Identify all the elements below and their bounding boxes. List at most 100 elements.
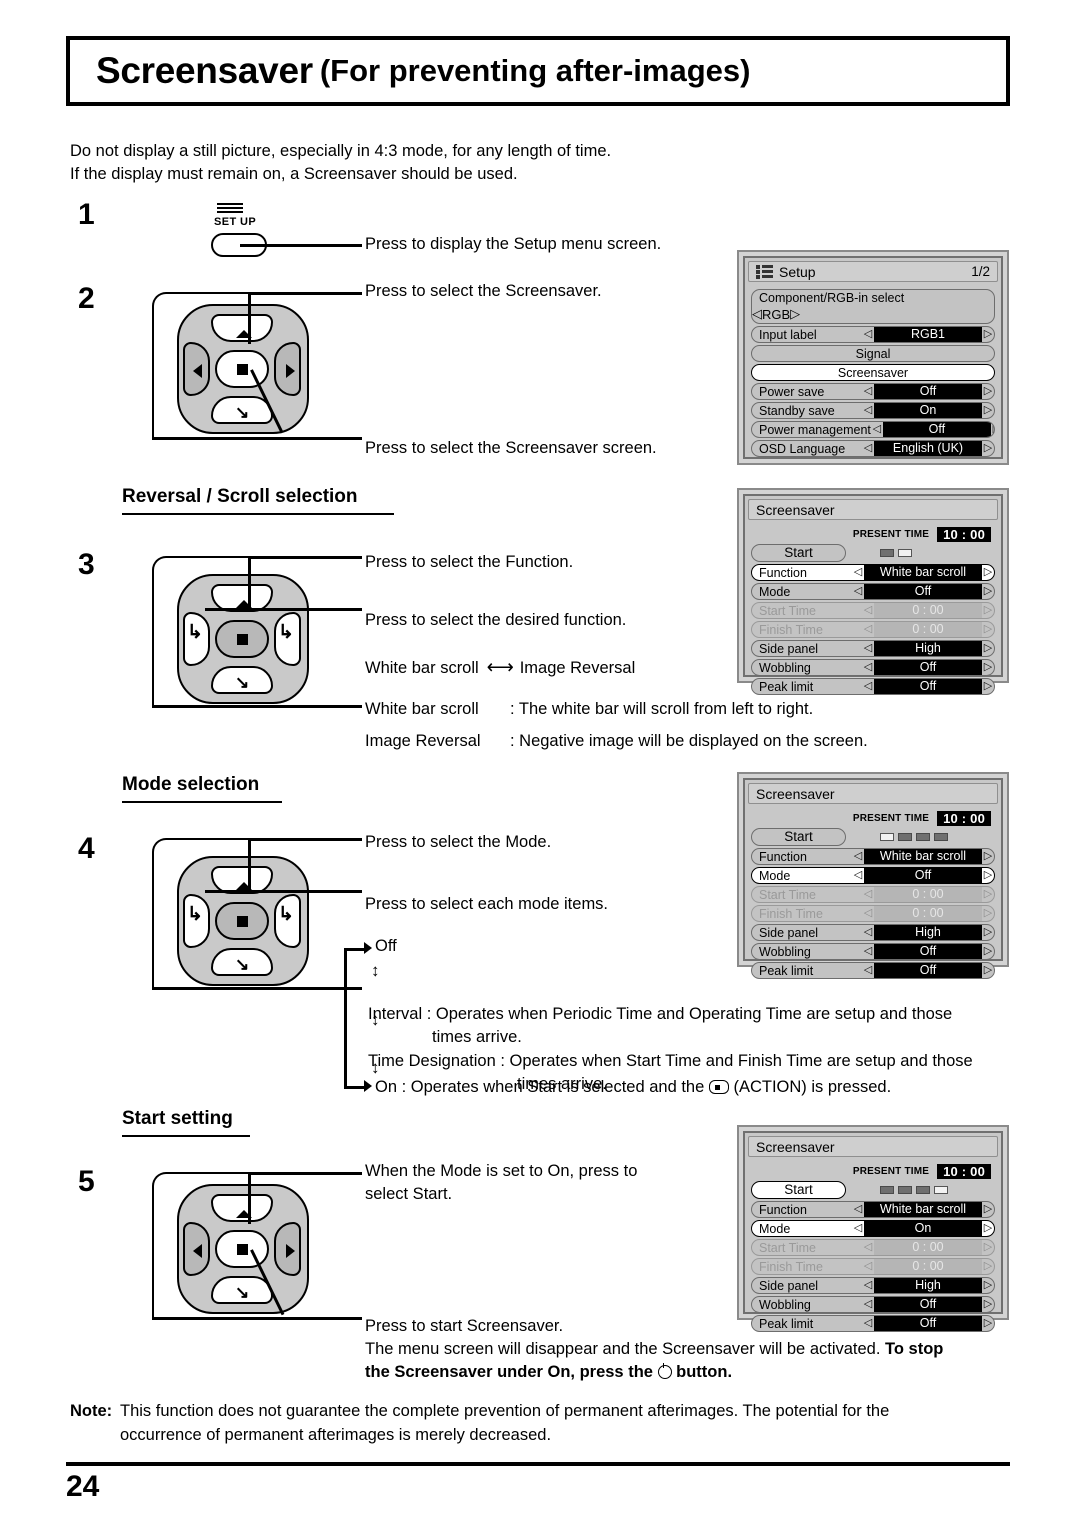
left-arrow-icon[interactable]: ◁ <box>862 643 874 654</box>
right-arrow-icon[interactable]: ▷ <box>790 306 800 322</box>
osd-row-standby-save[interactable]: Standby save ◁ On ▷ <box>751 402 995 419</box>
dpad-down-button[interactable]: ↘ <box>211 666 273 694</box>
dpad-cluster-step3[interactable]: ↘ ↳ ↳ <box>167 570 317 710</box>
start-button[interactable]: Start <box>751 828 846 846</box>
osd-row-function[interactable]: Function ◁ White bar scroll ▷ <box>751 1201 995 1218</box>
left-arrow-icon[interactable]: ◁ <box>852 870 864 881</box>
osd-row-mode[interactable]: Mode ◁ Off ▷ <box>751 583 995 600</box>
left-arrow-icon[interactable]: ◁ <box>852 586 864 597</box>
right-arrow-icon: ▷ <box>983 604 993 616</box>
osd-row-osd-language[interactable]: OSD Language ◁ English (UK) ▷ <box>751 440 995 457</box>
right-arrow-icon[interactable]: ▷ <box>982 1318 994 1329</box>
osd-row-peak-limit[interactable]: Peak limit ◁ Off ▷ <box>751 962 995 979</box>
dpad-right-button[interactable]: ↳ <box>274 612 301 666</box>
left-arrow-icon[interactable]: ◁ <box>862 965 874 976</box>
left-arrow-icon[interactable]: ◁ <box>862 1318 874 1329</box>
right-arrow-icon[interactable]: ▷ <box>982 927 994 938</box>
left-arrow-icon[interactable]: ◁ <box>852 851 864 862</box>
right-arrow-icon[interactable]: ▷ <box>982 1280 994 1291</box>
osd-row-component-rgb-in-select[interactable]: Component/RGB-in select ◁ RGB ▷ <box>751 289 995 324</box>
dpad-right-button[interactable] <box>274 1222 301 1276</box>
osd-row-peak-limit[interactable]: Peak limit ◁ Off ▷ <box>751 1315 995 1332</box>
osd-ssb-titlebar: Screensaver <box>748 783 998 804</box>
action-button[interactable] <box>215 350 269 388</box>
osd-row-mode[interactable]: Mode ◁ Off ▷ <box>751 867 995 884</box>
left-arrow-icon[interactable]: ◁ <box>862 946 874 957</box>
left-arrow-icon[interactable]: ◁ <box>852 567 864 578</box>
right-arrow-icon[interactable]: ▷ <box>991 424 994 435</box>
dpad-right-button[interactable]: ↳ <box>274 894 301 948</box>
start-button[interactable]: Start <box>751 544 846 562</box>
osd-screensaver-panel-b[interactable]: Screensaver PRESENT TIME 10 : 00 Start F… <box>737 772 1009 979</box>
osd-row-side-panel[interactable]: Side panel ◁ High ▷ <box>751 924 995 941</box>
right-arrow-icon[interactable]: ▷ <box>982 386 994 397</box>
left-arrow-icon[interactable]: ◁ <box>871 424 883 435</box>
dpad-down-button[interactable]: ↘ <box>211 948 273 976</box>
left-arrow-icon[interactable]: ◁ <box>862 662 874 673</box>
left-arrow-icon[interactable]: ◁ <box>862 1280 874 1291</box>
right-arrow-icon[interactable]: ▷ <box>982 567 994 578</box>
left-arrow-icon[interactable]: ◁ <box>862 329 874 340</box>
osd-row-function[interactable]: Function ◁ White bar scroll ▷ <box>751 848 995 865</box>
dpad-left-button[interactable] <box>183 1222 210 1276</box>
left-arrow-icon[interactable]: ◁ <box>862 386 874 397</box>
osd-screensaver-panel-a[interactable]: Screensaver PRESENT TIME 10 : 00 Start F… <box>737 488 1009 695</box>
osd-screensaver-panel-c[interactable]: Screensaver PRESENT TIME 10 : 00 Start F… <box>737 1125 1009 1332</box>
dpad-cluster-step4[interactable]: ↘ ↳ ↳ <box>167 852 317 992</box>
right-arrow-icon[interactable]: ▷ <box>982 1204 994 1215</box>
right-arrow-icon[interactable]: ▷ <box>982 946 994 957</box>
action-button[interactable] <box>215 902 269 940</box>
leader-line-5a-v <box>248 1172 251 1224</box>
dpad-left-button[interactable] <box>183 342 210 396</box>
dpad-right-button[interactable] <box>274 342 301 396</box>
osd-row-label: Wobbling <box>759 1297 811 1312</box>
left-arrow-icon[interactable]: ◁ <box>752 306 762 322</box>
left-arrow-icon[interactable]: ◁ <box>862 681 874 692</box>
start-button[interactable]: Start <box>751 1181 846 1199</box>
osd-setup-panel[interactable]: Setup 1/2 Component/RGB-in select ◁ RGB … <box>737 250 1009 465</box>
right-arrow-icon[interactable]: ▷ <box>982 965 994 976</box>
left-arrow-icon[interactable]: ◁ <box>862 443 874 454</box>
left-arrow-icon[interactable]: ◁ <box>862 927 874 938</box>
right-arrow-icon[interactable]: ▷ <box>982 329 994 340</box>
right-arrow-icon[interactable]: ▷ <box>982 443 994 454</box>
right-arrow-icon[interactable]: ▷ <box>982 643 994 654</box>
osd-row-input-label[interactable]: Input label ◁ RGB1 ▷ <box>751 326 995 343</box>
osd-row-power-management[interactable]: Power management ◁ Off ▷ <box>751 421 995 438</box>
osd-row-signal[interactable]: Signal <box>751 345 995 362</box>
right-arrow-icon[interactable]: ▷ <box>982 1223 994 1234</box>
osd-row-screensaver[interactable]: Screensaver <box>751 364 995 381</box>
action-button[interactable] <box>215 620 269 658</box>
callout-5a-line1: When the Mode is set to On, press to <box>365 1162 638 1180</box>
left-arrow-icon[interactable]: ◁ <box>852 1223 864 1234</box>
leader-line-5b-h <box>262 1317 362 1320</box>
dpad-cluster-step5[interactable]: ↘ <box>167 1180 317 1320</box>
right-arrow-icon[interactable]: ▷ <box>982 870 994 881</box>
present-time-value: 10 : 00 <box>937 811 991 826</box>
osd-row-function[interactable]: Function ◁ White bar scroll ▷ <box>751 564 995 581</box>
right-arrow-icon[interactable]: ▷ <box>982 405 994 416</box>
osd-row-wobbling[interactable]: Wobbling ◁ Off ▷ <box>751 943 995 960</box>
osd-row-side-panel[interactable]: Side panel ◁ High ▷ <box>751 640 995 657</box>
right-arrow-icon[interactable]: ▷ <box>982 681 994 692</box>
dpad-up-button[interactable] <box>211 314 273 342</box>
right-arrow-icon[interactable]: ▷ <box>982 586 994 597</box>
left-arrow-icon[interactable]: ◁ <box>862 405 874 416</box>
dpad-left-button[interactable]: ↳ <box>183 612 210 666</box>
osd-row-peak-limit[interactable]: Peak limit ◁ Off ▷ <box>751 678 995 695</box>
osd-row-side-panel[interactable]: Side panel ◁ High ▷ <box>751 1277 995 1294</box>
right-arrow-icon[interactable]: ▷ <box>982 662 994 673</box>
dpad-cluster-step2[interactable]: ↘ <box>167 300 317 440</box>
step-number-2: 2 <box>78 282 95 315</box>
left-arrow-icon[interactable]: ◁ <box>852 1204 864 1215</box>
dpad-up-button[interactable] <box>211 1194 273 1222</box>
action-button[interactable] <box>215 1230 269 1268</box>
osd-row-power-save[interactable]: Power save ◁ Off ▷ <box>751 383 995 400</box>
left-arrow-icon[interactable]: ◁ <box>862 1299 874 1310</box>
osd-row-wobbling[interactable]: Wobbling ◁ Off ▷ <box>751 659 995 676</box>
right-arrow-icon[interactable]: ▷ <box>982 1299 994 1310</box>
osd-row-wobbling[interactable]: Wobbling ◁ Off ▷ <box>751 1296 995 1313</box>
dpad-left-button[interactable]: ↳ <box>183 894 210 948</box>
osd-row-mode[interactable]: Mode ◁ On ▷ <box>751 1220 995 1237</box>
right-arrow-icon[interactable]: ▷ <box>982 851 994 862</box>
